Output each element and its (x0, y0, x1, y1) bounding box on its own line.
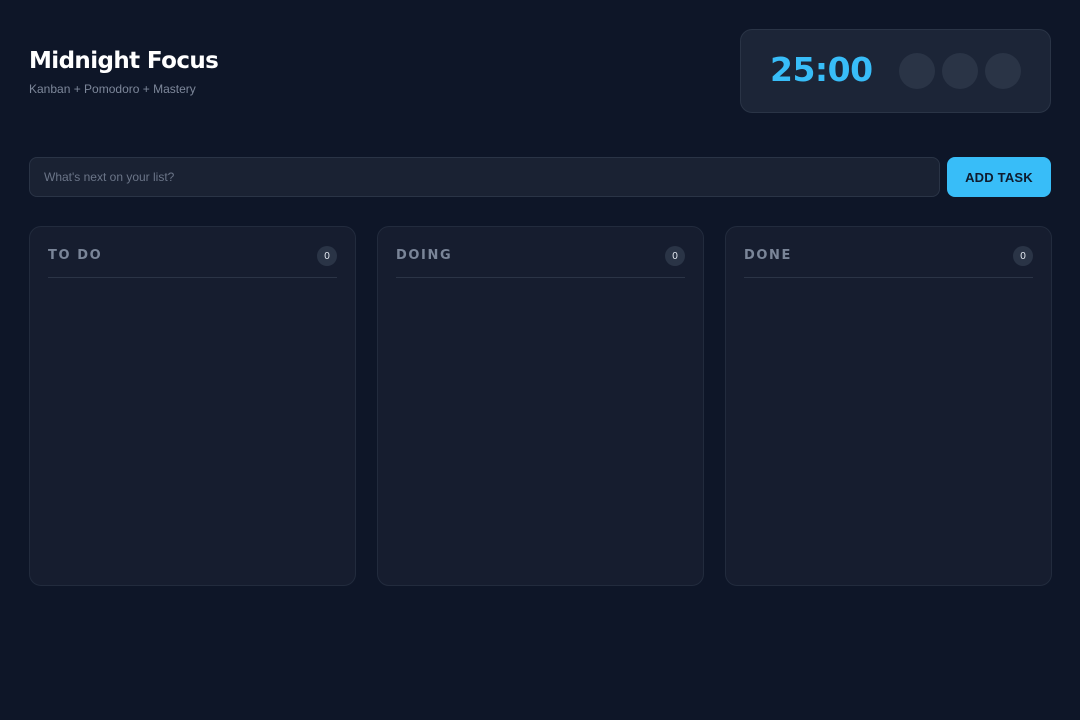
column-title-todo: TO DO (48, 248, 103, 263)
column-doing: DOING 0 (377, 226, 704, 586)
add-task-button[interactable]: ADD TASK (947, 157, 1051, 197)
column-title-done: DONE (744, 248, 793, 263)
new-task-input[interactable] (29, 157, 940, 197)
task-list-done[interactable] (744, 289, 1033, 571)
task-count-badge-doing: 0 (665, 246, 685, 266)
app-title: Midnight Focus (29, 48, 219, 74)
task-list-doing[interactable] (396, 289, 685, 571)
column-header: DONE 0 (744, 246, 1033, 278)
timer-settings-button[interactable] (985, 53, 1021, 89)
column-header: TO DO 0 (48, 246, 337, 278)
column-header: DOING 0 (396, 246, 685, 278)
column-title-doing: DOING (396, 248, 453, 263)
task-count-badge-done: 0 (1013, 246, 1033, 266)
column-todo: TO DO 0 (29, 226, 356, 586)
brand: Midnight Focus Kanban + Pomodoro + Maste… (29, 46, 219, 96)
timer-start-button[interactable] (899, 53, 935, 89)
pomodoro-timer-card: 25:00 (740, 29, 1051, 113)
timer-controls (899, 53, 1021, 89)
task-count-badge-todo: 0 (317, 246, 337, 266)
timer-reset-button[interactable] (942, 53, 978, 89)
task-list-todo[interactable] (48, 289, 337, 571)
app-subtitle: Kanban + Pomodoro + Mastery (29, 82, 196, 96)
timer-display: 25:00 (770, 50, 873, 89)
column-done: DONE 0 (725, 226, 1052, 586)
app-root: Midnight Focus Kanban + Pomodoro + Maste… (0, 0, 1080, 720)
